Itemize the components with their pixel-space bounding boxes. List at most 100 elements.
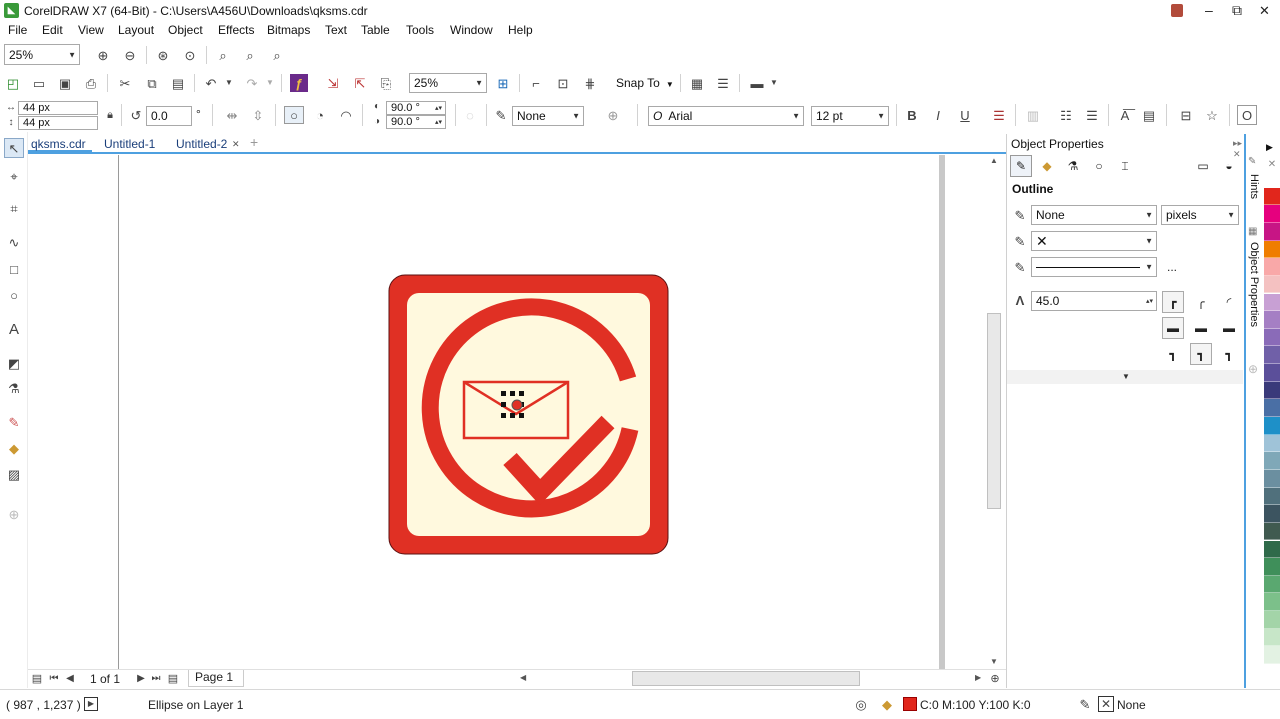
export-icon[interactable]: ⇱ — [351, 75, 369, 91]
play-icon[interactable]: ▶ — [84, 697, 98, 711]
cut-icon[interactable]: ✂ — [116, 75, 134, 91]
redo-dropdown-icon[interactable]: ▼ — [265, 75, 275, 91]
palette-swatch[interactable] — [1264, 469, 1280, 488]
zoom-out-icon[interactable]: ⊖ — [121, 47, 139, 63]
summary-tab-icon[interactable]: ⌶ — [1114, 155, 1136, 177]
zoom-in-icon[interactable]: ⊕ — [94, 47, 112, 63]
interactive-fill-tool-icon[interactable]: ◆ — [4, 438, 24, 458]
freehand-tool-icon[interactable]: ∿ — [4, 232, 24, 252]
menu-effects[interactable]: Effects — [218, 23, 254, 37]
first-page-icon[interactable]: ⏮ — [48, 672, 60, 686]
scroll-left-icon[interactable]: ◀ — [520, 673, 526, 682]
convert-to-curves-icon[interactable]: ⊕ — [604, 107, 622, 123]
pie-mode-icon[interactable]: ◔ — [310, 107, 330, 123]
palette-swatch[interactable] — [1264, 187, 1280, 206]
outline-color-select[interactable]: ✕ ▼ — [1031, 231, 1157, 251]
text-properties-icon[interactable]: A͞ — [1116, 107, 1134, 123]
palette-swatch[interactable] — [1264, 311, 1280, 329]
align-objects-icon[interactable]: ⊟ — [1177, 107, 1195, 123]
palette-swatch[interactable] — [1264, 258, 1280, 276]
palette-swatch[interactable] — [1264, 275, 1280, 294]
underline-icon[interactable]: U — [956, 107, 974, 123]
character-format-icon[interactable]: ▥ — [1024, 107, 1042, 123]
menu-bitmaps[interactable]: Bitmaps — [267, 23, 310, 37]
palette-swatch[interactable] — [1264, 628, 1280, 647]
next-page-icon[interactable]: ▶ — [135, 672, 147, 686]
add-docker-icon[interactable]: ⊕ — [1248, 362, 1258, 376]
mirror-vertical-icon[interactable]: ⇳ — [248, 107, 268, 123]
text-align-icon[interactable]: ☰ — [990, 107, 1008, 123]
frame-tab-icon[interactable]: ▭ — [1192, 155, 1214, 177]
italic-icon[interactable]: I — [929, 107, 947, 123]
smart-fill-tool-icon[interactable]: ▨ — [4, 464, 24, 484]
palette-swatch[interactable] — [1264, 487, 1280, 506]
tab-qksms-label[interactable]: qksms.cdr — [31, 136, 86, 152]
palette-swatch[interactable] — [1264, 381, 1280, 400]
position-inside-icon[interactable]: ┓ — [1218, 343, 1240, 365]
position-center-icon[interactable]: ┓ — [1190, 343, 1212, 365]
text-tool-icon[interactable]: A — [4, 319, 24, 339]
menu-object[interactable]: Object — [168, 23, 203, 37]
spinner-icon[interactable]: ▴▾ — [435, 104, 442, 112]
menu-view[interactable]: View — [78, 23, 104, 37]
full-screen-preview-icon[interactable]: ⊞ — [494, 75, 512, 91]
page-layout-icon[interactable]: ▤ — [30, 672, 44, 686]
zoom-width-icon[interactable]: ⌕ — [241, 47, 259, 63]
zoom-page-icon[interactable]: ⌕ — [214, 47, 232, 63]
zoom-height-icon[interactable]: ⌕ — [268, 47, 286, 63]
last-page-icon[interactable]: ⏭ — [150, 672, 162, 686]
palette-swatch[interactable] — [1264, 170, 1280, 188]
add-page-icon[interactable]: ▤ — [166, 672, 180, 686]
panel-outline-width-select[interactable]: None ▼ — [1031, 205, 1157, 225]
welcome-screen-icon[interactable]: ▦ — [688, 75, 706, 91]
transparency-tab-icon[interactable]: ⚗ — [1062, 155, 1084, 177]
object-width-input[interactable]: 44 px — [18, 101, 98, 115]
outline-none-swatch-icon[interactable]: ✕ — [1098, 696, 1114, 712]
menu-tools[interactable]: Tools — [406, 23, 434, 37]
font-list-select[interactable]: O Arial ▼ — [648, 106, 804, 126]
eyedropper-tool-icon[interactable]: ✎ — [4, 412, 24, 432]
new-document-icon[interactable]: ◰ — [4, 75, 22, 91]
horizontal-scrollbar[interactable]: ◀ ▶ — [516, 670, 991, 687]
cap-square-icon[interactable]: ▬ — [1218, 317, 1240, 339]
tab-add-icon[interactable]: + — [250, 134, 258, 150]
palette-swatch[interactable] — [1264, 399, 1280, 417]
zoom-selected-icon[interactable]: ⊛ — [154, 47, 172, 63]
end-angle-input[interactable]: 90.0 ° ▴▾ — [386, 115, 446, 129]
palette-swatch[interactable] — [1264, 522, 1280, 541]
application-launcher-icon[interactable]: ▬ — [748, 75, 766, 91]
undo-dropdown-icon[interactable]: ▼ — [224, 75, 234, 91]
copy-icon[interactable]: ⧉ — [143, 75, 161, 91]
vertical-scroll-thumb[interactable] — [987, 313, 1001, 509]
corner-miter-icon[interactable]: ┏ — [1162, 291, 1184, 313]
tab-close-icon[interactable]: ✕ — [232, 136, 240, 152]
no-color-swatch[interactable]: ✕ — [1266, 158, 1278, 170]
docker-tab-object-properties[interactable]: Object Properties — [1248, 242, 1260, 327]
ellipse-mode-icon[interactable]: ○ — [284, 106, 304, 124]
docker-tab-hints[interactable]: Hints — [1248, 174, 1260, 199]
save-icon[interactable]: ▣ — [56, 75, 74, 91]
tab-untitled-2[interactable]: Untitled-2 — [176, 136, 227, 152]
start-angle-input[interactable]: 90.0 ° ▴▾ — [386, 101, 446, 115]
outline-width-select[interactable]: None ▼ — [512, 106, 584, 126]
rectangle-tool-icon[interactable]: □ — [4, 259, 24, 279]
arc-mode-icon[interactable]: ◠ — [336, 107, 356, 123]
add-tool-icon[interactable]: ⊕ — [4, 504, 24, 524]
paste-icon[interactable]: ▤ — [169, 75, 187, 91]
prev-page-icon[interactable]: ◀ — [64, 672, 76, 686]
palette-swatch[interactable] — [1264, 611, 1280, 629]
redo-icon[interactable]: ↷ — [243, 75, 261, 91]
palette-swatch[interactable] — [1264, 452, 1280, 470]
palette-swatch[interactable] — [1264, 240, 1280, 259]
palette-swatch[interactable] — [1264, 222, 1280, 241]
open-folder-icon[interactable]: ▭ — [30, 75, 48, 91]
cap-round-icon[interactable]: ▬ — [1190, 317, 1212, 339]
expand-section-icon[interactable]: ▼ — [1122, 372, 1130, 381]
units-select[interactable]: pixels ▼ — [1161, 205, 1239, 225]
text-direction-icon[interactable]: ▤ — [1140, 107, 1158, 123]
menu-file[interactable]: File — [8, 23, 27, 37]
palette-swatch[interactable] — [1264, 346, 1280, 365]
scroll-up-icon[interactable]: ▲ — [990, 156, 998, 165]
show-grid-icon[interactable]: ⊡ — [554, 75, 572, 91]
palette-swatch[interactable] — [1264, 505, 1280, 523]
